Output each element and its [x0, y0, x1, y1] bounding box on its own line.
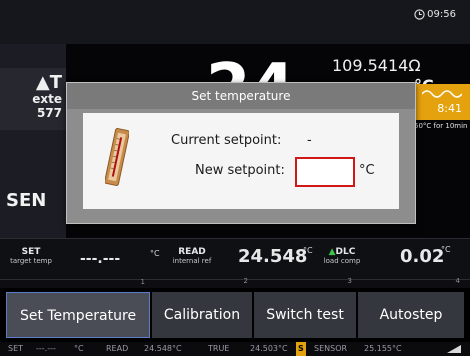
status-set-value: ---.--- [36, 344, 56, 353]
current-setpoint-value: - [307, 133, 312, 148]
status-badge: S [296, 342, 306, 356]
status-true-label: TRUE [208, 344, 230, 353]
softkey-number: 4 [455, 277, 460, 285]
softkey-number: 2 [243, 277, 248, 285]
softkey-label: Autostep [379, 307, 443, 323]
timer-value: 8:41 [437, 102, 462, 115]
set-temperature-key[interactable]: 1 Set Temperature [6, 278, 150, 338]
set-sub: target temp [10, 257, 52, 265]
read-reading-label: READ internal ref [160, 247, 224, 265]
sensor-label: SEN [6, 190, 47, 211]
dlc-label: DLC [335, 247, 356, 257]
status-sensor-value: 25.155°C [364, 344, 402, 353]
softkey-label: Set Temperature [19, 308, 137, 324]
status-sensor-label: SENSOR [314, 344, 348, 353]
dlc-value: 0.02 [400, 246, 445, 267]
setpoint-unit: °C [359, 163, 375, 178]
external-arrow: ▲T [35, 72, 62, 93]
dlc-unit: °C [441, 245, 451, 254]
clock-time: 09:56 [427, 9, 456, 20]
external-label: exte [32, 92, 62, 106]
thermometer-icon [105, 128, 129, 186]
switch-test-key[interactable]: 3 Switch test [254, 277, 356, 338]
current-setpoint-label: Current setpoint: [171, 133, 282, 148]
dlc-reading-label: ▲DLC load comp [314, 247, 370, 265]
softkey-number: 1 [140, 278, 145, 286]
clock-icon [414, 9, 425, 20]
read-unit: °C [303, 246, 313, 255]
top-bar: 09:56 [0, 0, 470, 44]
status-read-value: 24.548°C [144, 344, 182, 353]
softkey-label: Switch test [266, 307, 344, 323]
readings-bar: SET target temp ---.--- °C READ internal… [0, 238, 470, 280]
read-label: READ [178, 247, 206, 257]
external-value: 577 [36, 106, 62, 120]
dlc-sub: load comp [323, 257, 361, 265]
set-unit: °C [150, 249, 160, 258]
external-reading-panel: ▲T exte 577 [0, 68, 66, 130]
status-set-label: SET [8, 344, 24, 353]
signal-icon [447, 345, 461, 353]
set-value: ---.--- [80, 251, 121, 267]
softkey-label: Calibration [163, 307, 241, 323]
status-true-value: 24.503°C [250, 344, 288, 353]
wave-icon [422, 90, 462, 98]
set-label: SET [21, 247, 41, 257]
resistance-value: 109.5414Ω [332, 56, 421, 75]
clock: 09:56 [414, 9, 456, 20]
status-bar: SET ---.--- °C READ 24.548°C TRUE 24.503… [0, 342, 470, 356]
timer-badge: 8:41 [414, 84, 470, 120]
dialog-title: Set temperature [67, 83, 415, 109]
new-setpoint-input[interactable] [295, 157, 355, 187]
status-read-label: READ [106, 344, 129, 353]
dlc-label-row: ▲DLC [314, 247, 370, 257]
read-value: 24.548 [238, 246, 308, 267]
set-reading-label: SET target temp [2, 247, 60, 265]
timer-hint: 50°C for 10min [414, 122, 468, 130]
calibration-key[interactable]: 2 Calibration [152, 277, 252, 338]
new-setpoint-label: New setpoint: [195, 163, 285, 178]
autostep-key[interactable]: 4 Autostep [358, 277, 464, 338]
softkey-number: 3 [347, 277, 352, 285]
dialog-body: Current setpoint: - New setpoint: °C [83, 113, 399, 209]
set-temperature-dialog: Set temperature Current setpoint: - New … [66, 82, 416, 224]
up-arrow-icon: ▲ [328, 247, 336, 257]
read-sub: internal ref [172, 257, 212, 265]
status-set-unit: °C [74, 344, 84, 353]
